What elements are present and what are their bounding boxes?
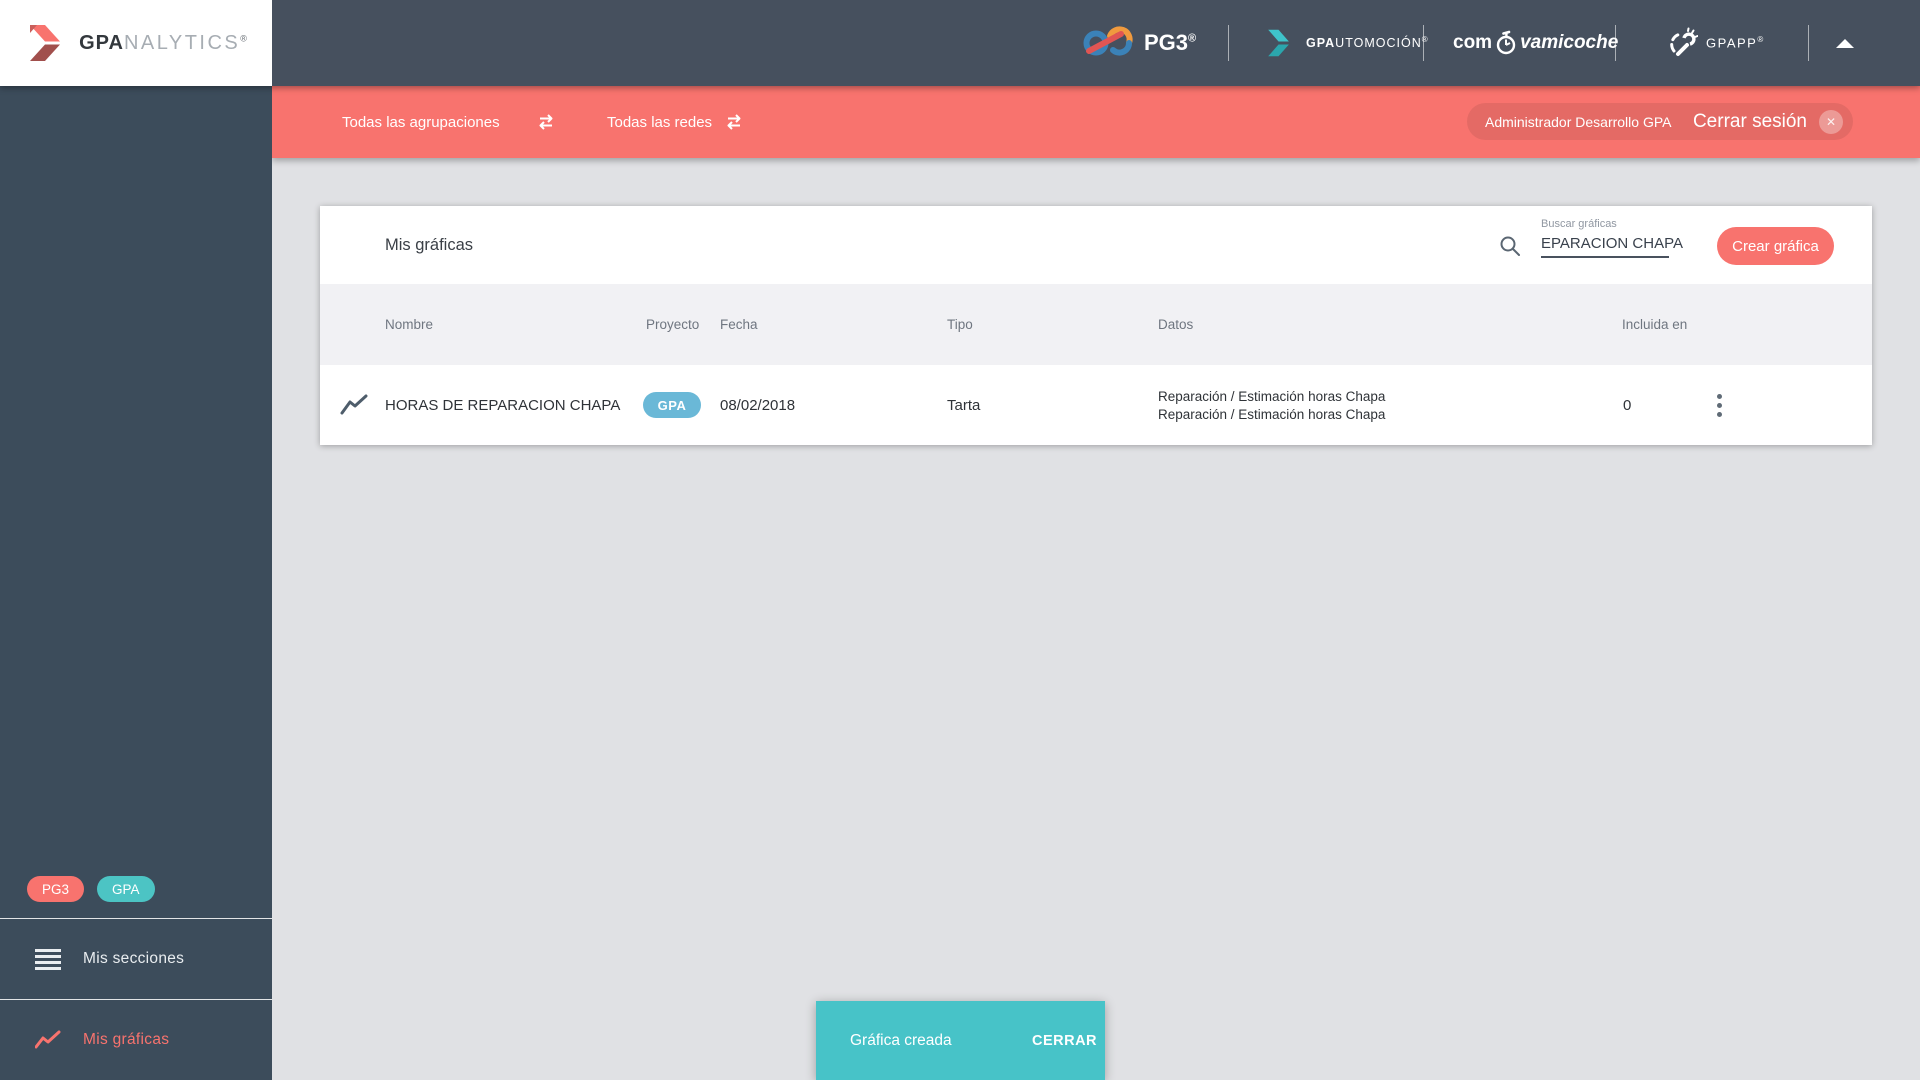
card-header: Mis gráficas Buscar gráficas EPARACION C… bbox=[320, 206, 1872, 284]
chart-line-icon bbox=[340, 393, 368, 417]
col-header-fecha: Fecha bbox=[720, 317, 758, 332]
comprovamicoche-logo: com vamicoche bbox=[1453, 0, 1618, 86]
col-header-proyecto: Proyecto bbox=[646, 317, 700, 332]
app-root: PG3® GPAUTOMOCIÓN® com vamicoche GPAPP® … bbox=[0, 0, 1920, 1080]
cell-fecha: 08/02/2018 bbox=[720, 396, 796, 414]
swap-networks-icon[interactable] bbox=[723, 111, 745, 133]
col-header-datos: Datos bbox=[1158, 317, 1194, 332]
col-header-tipo: Tipo bbox=[947, 317, 973, 332]
topbar-divider bbox=[1615, 25, 1616, 61]
gpautomocion-logo: GPAUTOMOCIÓN® bbox=[1263, 0, 1429, 86]
logout-button[interactable]: Cerrar sesión bbox=[1693, 111, 1807, 133]
charts-card: Mis gráficas Buscar gráficas EPARACION C… bbox=[320, 206, 1872, 445]
project-badge: GPA bbox=[643, 392, 701, 418]
badge-gpa[interactable]: GPA bbox=[97, 876, 155, 902]
gpautomocion-arrow-icon bbox=[1263, 26, 1297, 60]
search-field: Buscar gráficas EPARACION CHAPA bbox=[1541, 218, 1683, 258]
cell-datos: Reparación / Estimación horas Chapa Repa… bbox=[1158, 388, 1386, 422]
topbar-divider bbox=[1423, 25, 1424, 61]
cell-incluida-en: 0 bbox=[1623, 396, 1632, 414]
sidebar-item-sections[interactable]: Mis secciones bbox=[0, 919, 272, 999]
search-label: Buscar gráficas bbox=[1541, 218, 1617, 230]
swap-groupings-icon[interactable] bbox=[535, 111, 557, 133]
search-icon[interactable] bbox=[1498, 234, 1522, 258]
sidebar-badges: PG3 GPA bbox=[27, 876, 155, 902]
table-row[interactable]: HORAS DE REPARACION CHAPA GPA 08/02/2018… bbox=[320, 365, 1872, 445]
session-pill: Administrador Desarrollo GPA Cerrar sesi… bbox=[1467, 103, 1853, 140]
logout-close-icon[interactable]: ✕ bbox=[1819, 109, 1843, 134]
top-bar: PG3® GPAUTOMOCIÓN® com vamicoche GPAPP® … bbox=[0, 0, 1920, 86]
pg3-logo: PG3® bbox=[1082, 0, 1196, 86]
sidebar-item-charts[interactable]: Mis gráficas bbox=[0, 1000, 272, 1080]
chart-line-icon bbox=[35, 1030, 61, 1050]
groupings-filter[interactable]: Todas las agrupaciones bbox=[342, 86, 500, 158]
gpautomocion-label: GPAUTOMOCIÓN® bbox=[1306, 35, 1429, 51]
pg3-infinity-icon bbox=[1082, 25, 1134, 61]
toast: Gráfica creada CERRAR bbox=[816, 1001, 1105, 1080]
networks-filter[interactable]: Todas las redes bbox=[607, 86, 712, 158]
badge-pg3[interactable]: PG3 bbox=[27, 876, 85, 902]
create-chart-button[interactable]: Crear gráfica bbox=[1717, 227, 1834, 265]
gpanalytics-arrow-icon bbox=[24, 21, 70, 65]
pg3-label: PG3® bbox=[1144, 30, 1197, 55]
gpapp-wrench-icon bbox=[1668, 27, 1698, 59]
comprova-left-label: com bbox=[1453, 32, 1493, 53]
toast-close-button[interactable]: CERRAR bbox=[1032, 1033, 1097, 1049]
topbar-divider bbox=[1808, 25, 1809, 61]
search-input[interactable]: EPARACION CHAPA bbox=[1541, 235, 1683, 258]
brand-wordmark: GPANALYTICS® bbox=[79, 31, 248, 54]
gpapp-label: GPAPP® bbox=[1706, 35, 1765, 51]
table-header: Nombre Proyecto Fecha Tipo Datos Incluid… bbox=[320, 284, 1872, 365]
topbar-divider bbox=[1228, 25, 1229, 61]
row-menu-icon[interactable] bbox=[1710, 389, 1728, 421]
brand-logo: GPANALYTICS® bbox=[0, 0, 272, 86]
stopwatch-icon bbox=[1494, 30, 1518, 56]
collapse-control[interactable] bbox=[1836, 0, 1854, 86]
col-header-nombre: Nombre bbox=[385, 317, 434, 332]
page-title: Mis gráficas bbox=[385, 235, 474, 254]
col-header-incluida: Incluida en bbox=[1622, 317, 1688, 332]
cell-nombre: HORAS DE REPARACION CHAPA bbox=[385, 396, 621, 414]
gpapp-logo: GPAPP® bbox=[1668, 0, 1765, 86]
toast-message: Gráfica creada bbox=[850, 1031, 952, 1049]
user-name-label: Administrador Desarrollo GPA bbox=[1485, 113, 1672, 130]
caret-up-icon[interactable] bbox=[1836, 38, 1854, 48]
sections-menu-icon bbox=[35, 948, 61, 970]
filter-bar: Todas las agrupaciones Todas las redes A… bbox=[272, 86, 1920, 158]
cell-tipo: Tarta bbox=[947, 396, 981, 414]
comprova-right-label: vamicoche bbox=[1520, 32, 1619, 53]
sidebar: PG3 GPA Mis secciones Mis gráficas bbox=[0, 86, 272, 1080]
